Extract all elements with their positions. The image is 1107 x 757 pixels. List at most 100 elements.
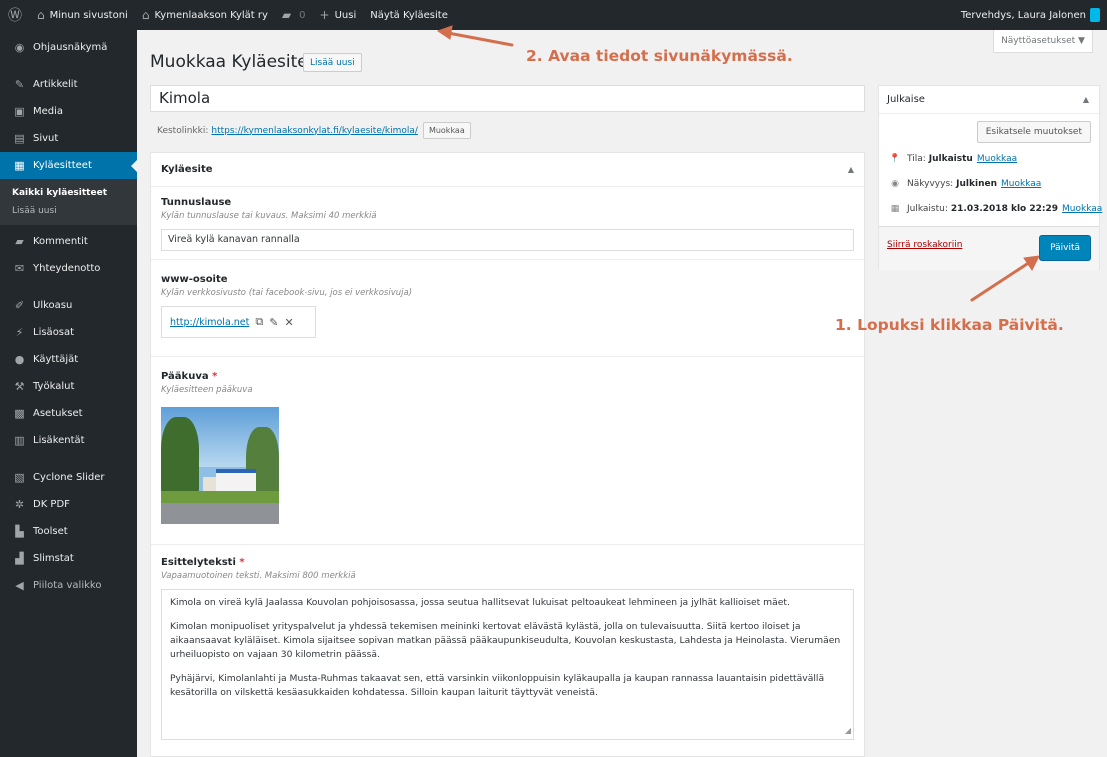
date-edit-link[interactable]: Muokkaa — [1062, 204, 1102, 214]
preview-changes-button[interactable]: Esikatsele muutokset — [976, 121, 1091, 143]
field-label: Tunnuslause — [161, 197, 232, 208]
submenu-all-brochures[interactable]: Kaikki kyläesitteet — [0, 184, 137, 202]
field-intro-text: Esittelyteksti * Vapaamuotoinen teksti. … — [151, 545, 864, 740]
media-icon: ▣ — [14, 105, 25, 118]
menu-label: Slimstat — [33, 553, 74, 564]
visibility-edit-link[interactable]: Muokkaa — [1001, 179, 1041, 189]
screen-options-button[interactable]: Näyttöasetukset ▼ — [993, 30, 1093, 53]
my-sites-menu[interactable]: ⌂ Minun sivustoni — [30, 0, 135, 30]
collapse-arrow-icon[interactable]: ▲ — [1083, 95, 1089, 104]
menu-label: Lisäosat — [33, 327, 75, 338]
metabox-header[interactable]: Kyläesite ▲ — [151, 153, 864, 187]
menu-media[interactable]: ▣ Media — [0, 98, 137, 125]
update-button[interactable]: Päivitä — [1039, 235, 1091, 261]
new-content-menu[interactable]: + Uusi — [313, 0, 364, 30]
menu-label: Kommentit — [33, 236, 88, 247]
field-label: www-osoite — [161, 274, 228, 285]
menu-settings[interactable]: ▩ Asetukset — [0, 400, 137, 427]
greeting-label: Tervehdys, Laura Jalonen — [960, 9, 1086, 21]
pencil-icon[interactable]: ✎ — [269, 316, 278, 329]
main-image-thumbnail[interactable] — [161, 407, 279, 524]
menu-cyclone-slider[interactable]: ▧ Cyclone Slider — [0, 464, 137, 491]
field-label: Esittelyteksti * — [161, 557, 245, 568]
page-title: Muokkaa Kyläesite — [150, 52, 308, 72]
field-description: Vapaamuotoinen teksti. Maksimi 800 merkk… — [161, 571, 356, 581]
menu-village-brochures[interactable]: ▦ Kyläesitteet — [0, 152, 137, 179]
wordpress-logo-icon[interactable]: Ⓦ — [0, 0, 30, 30]
menu-users[interactable]: ● Käyttäjät — [0, 346, 137, 373]
intro-paragraph: Pyhäjärvi, Kimolanlahti ja Musta-Ruhmas … — [170, 673, 825, 698]
menu-appearance[interactable]: ✐ Ulkoasu — [0, 292, 137, 319]
website-link[interactable]: http://kimola.net — [170, 317, 249, 328]
view-post-link[interactable]: Näytä Kyläesite — [363, 0, 455, 30]
post-title-input[interactable]: Kimola — [150, 85, 865, 112]
new-content-label: Uusi — [334, 9, 357, 21]
field-description: Kylän verkkosivusto (tai facebook-sivu, … — [161, 288, 413, 298]
field-main-image: Pääkuva * Kyläesitteen pääkuva — [151, 357, 864, 545]
chart-icon: ▟ — [15, 552, 24, 565]
comment-bubble-icon: ▰ — [281, 8, 292, 22]
add-new-button[interactable]: Lisää uusi — [303, 53, 362, 72]
close-icon[interactable]: ✕ — [284, 316, 293, 329]
menu-label: Artikkelit — [33, 79, 78, 90]
menu-label: Sivut — [33, 133, 59, 144]
date-row: ▦ Julkaistu: 21.03.2018 klo 22:29 Muokka… — [890, 204, 1103, 214]
menu-tools[interactable]: ⚒ Työkalut — [0, 373, 137, 400]
menu-comments[interactable]: ▰ Kommentit — [0, 228, 137, 255]
visibility-value: Julkinen — [956, 179, 998, 189]
home-icon: ⌂ — [141, 8, 150, 22]
menu-label: Käyttäjät — [33, 354, 79, 365]
avatar — [1090, 8, 1100, 22]
edit-slug-button[interactable]: Muokkaa — [422, 122, 471, 139]
village-brochure-metabox: Kyläesite ▲ Tunnuslause Kylän tunnuslaus… — [150, 152, 865, 757]
site-name-label: Kymenlaakson Kylät ry — [154, 9, 268, 21]
menu-slimstat[interactable]: ▟ Slimstat — [0, 545, 137, 572]
gear-icon: ✲ — [14, 498, 25, 511]
publish-actions: Siirrä roskakoriin Päivitä — [879, 226, 1099, 270]
comments-menu[interactable]: ▰ 0 — [275, 0, 313, 30]
publish-header[interactable]: Julkaise ▲ — [879, 86, 1099, 114]
menu-dashboard[interactable]: ◉ Ohjausnäkymä — [0, 34, 137, 61]
website-link-box: http://kimola.net ⧉ ✎ ✕ — [161, 306, 316, 338]
page-icon: ▤ — [14, 132, 25, 145]
menu-collapse[interactable]: ◀ Piilota valikko — [0, 572, 137, 599]
document-icon: ▦ — [14, 159, 25, 172]
my-sites-label: Minun sivustoni — [49, 9, 128, 21]
menu-pages[interactable]: ▤ Sivut — [0, 125, 137, 152]
menu-label: Lisäkentät — [33, 435, 85, 446]
intro-textarea[interactable]: Kimola on vireä kylä Jaalassa Kouvolan p… — [161, 589, 854, 740]
wrench-icon: ⚒ — [14, 380, 25, 393]
motto-input[interactable]: Vireä kylä kanavan rannalla — [161, 229, 854, 251]
field-motto: Tunnuslause Kylän tunnuslause tai kuvaus… — [151, 187, 864, 260]
external-link-icon[interactable]: ⧉ — [255, 315, 263, 329]
menu-contact[interactable]: ✉ Yhteydenotto — [0, 255, 137, 282]
publish-title: Julkaise — [887, 94, 925, 105]
permalink-link[interactable]: https://kymenlaaksonkylat.fi/kylaesite/k… — [211, 126, 418, 136]
menu-plugins[interactable]: ⚡ Lisäosat — [0, 319, 137, 346]
arrow-to-view-link — [446, 31, 514, 47]
comment-icon: ▰ — [15, 235, 24, 248]
menu-label: Ohjausnäkymä — [33, 42, 108, 53]
field-description: Kyläesitteen pääkuva — [161, 385, 253, 395]
permalink-label: Kestolinkki: — [157, 125, 209, 136]
menu-dk-pdf[interactable]: ✲ DK PDF — [0, 491, 137, 518]
collapse-arrow-icon[interactable]: ▲ — [848, 165, 854, 174]
annotation-step-2: 2. Avaa tiedot sivunäkymässä. — [526, 47, 793, 65]
status-edit-link[interactable]: Muokkaa — [977, 154, 1017, 164]
menu-label: Työkalut — [33, 381, 75, 392]
move-to-trash-link[interactable]: Siirrä roskakoriin — [887, 240, 962, 250]
account-menu[interactable]: Tervehdys, Laura Jalonen — [954, 0, 1107, 30]
intro-paragraph: Kimolan monipuoliset yrityspalvelut ja y… — [170, 621, 841, 660]
annotation-step-1: 1. Lopuksi klikkaa Päivitä. — [835, 316, 1064, 334]
menu-label: Toolset — [33, 526, 68, 537]
submenu-add-new[interactable]: Lisää uusi — [0, 202, 137, 220]
menu-label: Cyclone Slider — [33, 472, 105, 483]
menu-posts[interactable]: ✎ Artikkelit — [0, 71, 137, 98]
menu-toolset[interactable]: ▙ Toolset — [0, 518, 137, 545]
menu-label: Kyläesitteet — [33, 160, 92, 171]
table-icon: ▥ — [14, 434, 25, 447]
menu-custom-fields[interactable]: ▥ Lisäkentät — [0, 427, 137, 454]
site-name-menu[interactable]: ⌂ Kymenlaakson Kylät ry — [135, 0, 275, 30]
menu-label: Yhteydenotto — [33, 263, 101, 274]
resize-grip-icon[interactable]: ◢ — [845, 724, 851, 738]
